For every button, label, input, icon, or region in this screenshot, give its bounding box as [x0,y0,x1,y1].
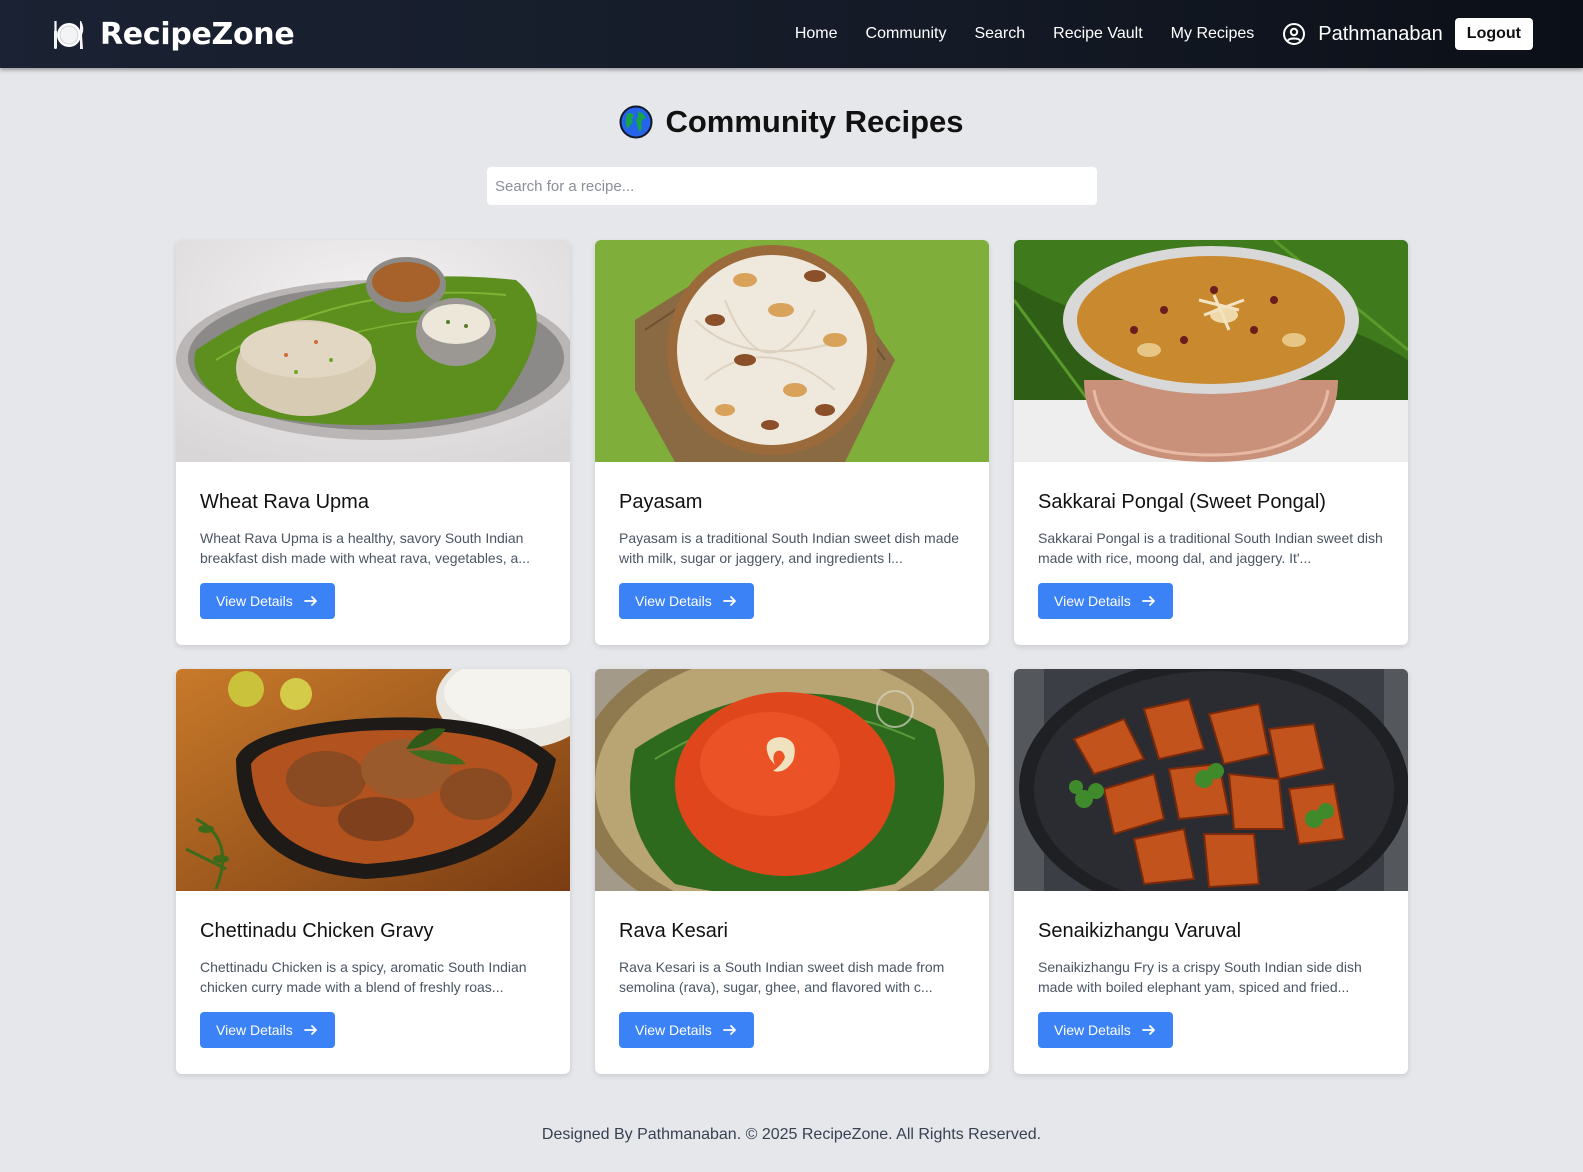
view-details-label: View Details [635,593,712,609]
card-body: Wheat Rava Upma Wheat Rava Upma is a hea… [176,462,570,619]
user-name: Pathmanaban [1318,22,1443,45]
recipe-image-yam-fry [1014,669,1408,891]
view-details-button[interactable]: View Details [1038,1012,1173,1048]
recipe-description: Senaikizhangu Fry is a crispy South Indi… [1038,959,1362,995]
recipe-description: Sakkarai Pongal is a traditional South I… [1038,530,1383,566]
nav-link-my-recipes[interactable]: My Recipes [1171,25,1255,43]
recipe-title: Wheat Rava Upma [200,491,369,513]
page-header: Community Recipes [0,104,1583,140]
recipe-description: Chettinadu Chicken is a spicy, aromatic … [200,959,527,995]
view-details-label: View Details [216,1022,293,1038]
arrow-right-icon [722,1025,736,1035]
view-details-label: View Details [1054,593,1131,609]
recipe-description: Rava Kesari is a South Indian sweet dish… [619,959,945,995]
recipe-card: Sakkarai Pongal (Sweet Pongal) Sakkarai … [1014,240,1408,645]
recipe-card: Senaikizhangu Varuval Senaikizhangu Fry … [1014,669,1408,1074]
card-body: Payasam Payasam is a traditional South I… [595,462,989,619]
navbar: RecipeZone Home Community Search Recipe … [0,0,1583,68]
nav-link-community[interactable]: Community [866,25,947,43]
nav-link-search[interactable]: Search [974,25,1025,43]
recipe-description: Wheat Rava Upma is a healthy, savory Sou… [200,530,530,566]
recipe-image-chicken [176,669,570,891]
arrow-right-icon [1141,596,1155,606]
recipe-image-kesari [595,669,989,891]
recipe-title: Chettinadu Chicken Gravy [200,920,434,942]
nav-link-home[interactable]: Home [795,25,838,43]
nav-link-recipe-vault[interactable]: Recipe Vault [1053,25,1143,43]
globe-icon [619,105,653,139]
recipe-image-payasam [595,240,989,462]
view-details-label: View Details [635,1022,712,1038]
view-details-button[interactable]: View Details [1038,583,1173,619]
recipe-image-pongal [1014,240,1408,462]
user-circle-icon [1283,23,1306,45]
view-details-button[interactable]: View Details [619,583,754,619]
arrow-right-icon [303,1025,317,1035]
brand-logo[interactable]: RecipeZone [52,17,295,52]
footer-copyright: Designed By Pathmanaban. © 2025 RecipeZo… [541,1126,1042,1143]
recipe-title: Sakkarai Pongal (Sweet Pongal) [1038,491,1326,513]
view-details-button[interactable]: View Details [200,1012,335,1048]
search-input[interactable] [486,166,1098,206]
recipe-card: Rava Kesari Rava Kesari is a South India… [595,669,989,1074]
page-title: Community Recipes [665,104,964,139]
recipe-title: Senaikizhangu Varuval [1038,920,1242,942]
plate-cutlery-icon [54,20,84,49]
recipe-card: Chettinadu Chicken Gravy Chettinadu Chic… [176,669,570,1074]
recipe-title: Rava Kesari [619,920,728,942]
recipe-card: Wheat Rava Upma Wheat Rava Upma is a hea… [176,240,570,645]
view-details-button[interactable]: View Details [619,1012,754,1048]
recipe-description: Payasam is a traditional South Indian sw… [619,530,960,566]
card-body: Sakkarai Pongal (Sweet Pongal) Sakkarai … [1014,462,1408,619]
brand-name: RecipeZone [100,17,295,52]
nav-links: Home Community Search Recipe Vault My Re… [795,0,1533,68]
view-details-button[interactable]: View Details [200,583,335,619]
user-profile[interactable]: Pathmanaban [1282,22,1455,46]
card-body: Senaikizhangu Varuval Senaikizhangu Fry … [1014,891,1408,1048]
arrow-right-icon [722,596,736,606]
recipe-grid: Wheat Rava Upma Wheat Rava Upma is a hea… [176,240,1408,1074]
recipe-image-upma [176,240,570,462]
view-details-label: View Details [1054,1022,1131,1038]
logout-button[interactable]: Logout [1454,18,1533,50]
card-body: Rava Kesari Rava Kesari is a South India… [595,891,989,1048]
recipe-title: Payasam [619,491,703,513]
recipe-card: Payasam Payasam is a traditional South I… [595,240,989,645]
card-body: Chettinadu Chicken Gravy Chettinadu Chic… [176,891,570,1048]
view-details-label: View Details [216,593,293,609]
arrow-right-icon [1141,1025,1155,1035]
arrow-right-icon [303,596,317,606]
